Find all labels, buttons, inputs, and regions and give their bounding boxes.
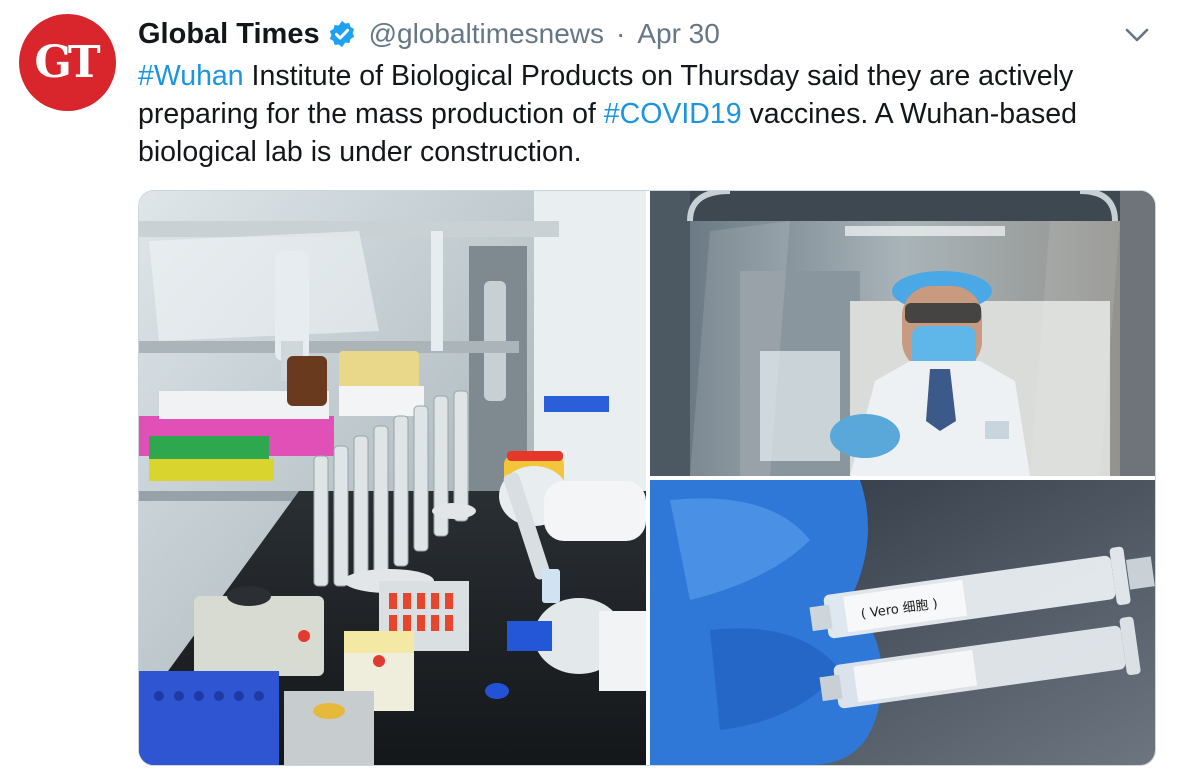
hashtag-covid19[interactable]: #COVID19 [604, 98, 742, 130]
media-grid: ( Vero 细胞 ) [138, 190, 1156, 766]
syringe-photo-illustration: ( Vero 细胞 ) [650, 480, 1155, 765]
photo-lab-pipettes[interactable] [139, 191, 646, 765]
lab-photo-illustration [139, 191, 646, 765]
tweet-card: GT Global Times @globaltimesnews · Apr 3… [0, 0, 1194, 774]
photo-vaccine-syringes[interactable]: ( Vero 细胞 ) [650, 480, 1155, 765]
user-handle[interactable]: @globaltimesnews [369, 18, 604, 50]
photo-technician-hood[interactable] [650, 191, 1155, 476]
separator-dot: · [616, 18, 626, 49]
tweet-date[interactable]: Apr 30 [637, 18, 720, 50]
hashtag-wuhan[interactable]: #Wuhan [138, 60, 244, 92]
display-name[interactable]: Global Times [138, 18, 320, 51]
tweet-text: #Wuhan Institute of Biological Products … [138, 57, 1178, 171]
tweet-header: Global Times @globaltimesnews · Apr 30 [138, 14, 720, 54]
avatar[interactable]: GT [19, 14, 116, 111]
verified-badge-icon [327, 19, 357, 49]
chevron-down-icon[interactable] [1122, 22, 1152, 48]
hood-photo-illustration [650, 191, 1155, 476]
avatar-logo-text: GT [34, 37, 100, 88]
